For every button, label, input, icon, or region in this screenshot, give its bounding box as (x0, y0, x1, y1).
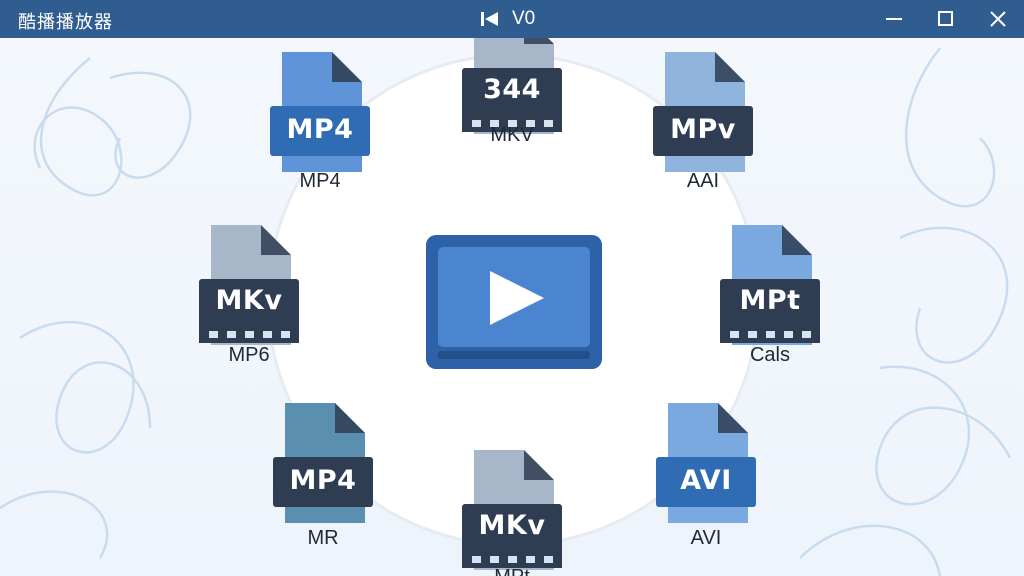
app-title: 酷播播放器 (18, 12, 113, 33)
play-button-icon (426, 235, 602, 369)
file-item-bottom[interactable]: MKv MPt (452, 448, 572, 576)
maximize-button[interactable] (920, 0, 972, 38)
file-item-top[interactable]: 344 MKV (452, 38, 572, 162)
skip-back-icon[interactable] (480, 10, 500, 28)
title-bar: 酷播播放器 V0 (0, 0, 1024, 38)
close-icon (990, 11, 1006, 27)
file-item-top-right[interactable]: MPv AAI (643, 50, 763, 200)
minimize-icon (886, 18, 902, 20)
main-content: 344 MKV MP4 MP4 MPv AAI MKv MP6 MPt Cals MP4 MR AVI A… (0, 38, 1024, 576)
file-caption: Cals (749, 344, 790, 366)
file-badge-label: MKv (215, 285, 283, 316)
maximize-icon (938, 11, 953, 26)
file-caption: MP6 (228, 344, 270, 366)
file-badge-label: MPt (739, 285, 801, 316)
file-badge-label: 344 (483, 74, 541, 105)
file-item-bottom-left[interactable]: MP4 MR (263, 401, 383, 551)
file-caption: AAI (686, 170, 720, 192)
title-bar-center: V0 (480, 8, 535, 30)
file-badge-label: MP4 (289, 465, 357, 496)
file-badge-label: MPv (670, 114, 736, 145)
file-badge-label: MP4 (286, 114, 354, 145)
file-caption: MPt (452, 566, 572, 576)
file-badge-label: AVI (680, 465, 732, 496)
file-caption: MP4 (299, 170, 341, 192)
play-button[interactable] (424, 233, 604, 371)
minimize-button[interactable] (868, 0, 920, 38)
file-item-top-left[interactable]: MP4 MP4 (260, 50, 380, 200)
file-item-mid-left[interactable]: MKv MP6 (189, 223, 309, 373)
file-caption: AVI (690, 527, 722, 549)
file-item-mid-right[interactable]: MPt Cals (710, 223, 830, 373)
file-caption: MKV (490, 124, 534, 146)
version-label: V0 (512, 8, 536, 29)
app-window: 酷播播放器 V0 344 MKV MP4 MP4 MPv AAI MKv MP6… (0, 0, 1024, 576)
file-badge-label: MKv (478, 510, 546, 541)
file-caption: MR (307, 527, 339, 549)
file-item-bottom-right[interactable]: AVI AVI (646, 401, 766, 551)
close-button[interactable] (972, 0, 1024, 38)
